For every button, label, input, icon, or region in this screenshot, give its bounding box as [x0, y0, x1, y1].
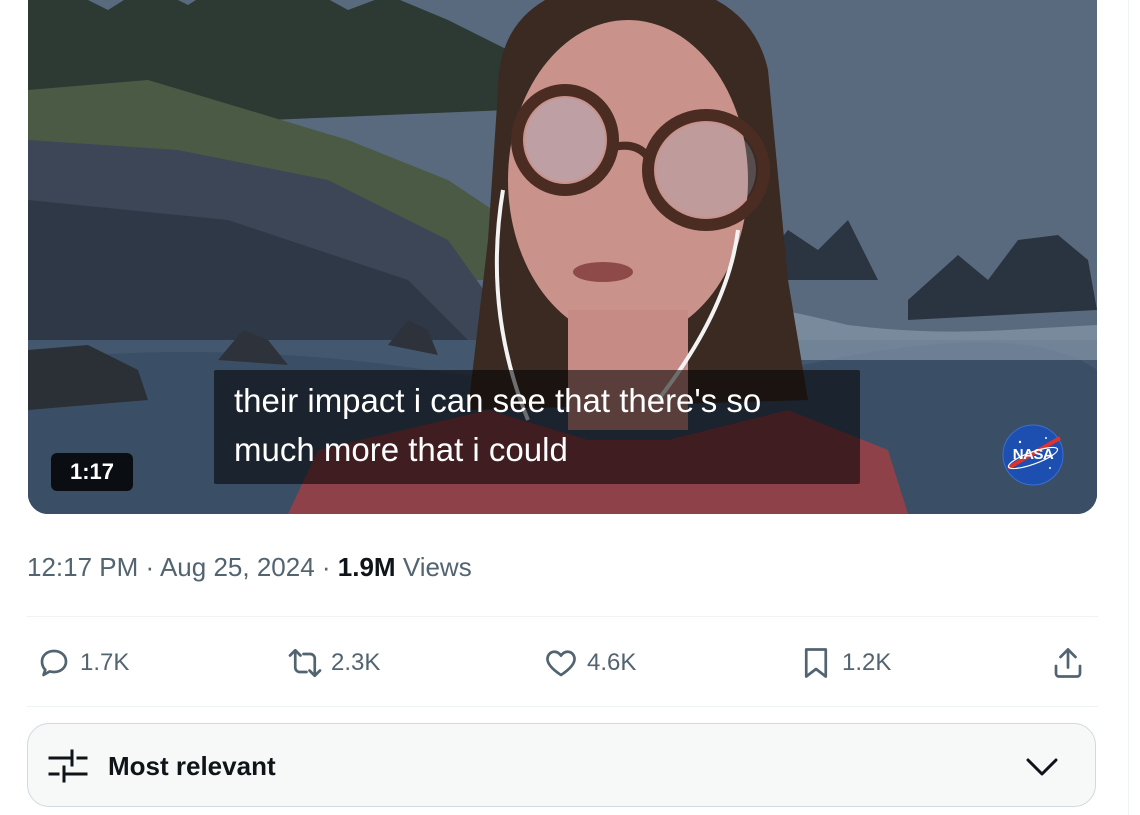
bookmark-icon [804, 648, 828, 678]
reply-button[interactable]: 1.7K [36, 642, 129, 684]
divider [27, 616, 1098, 617]
repost-button[interactable]: 2.3K [287, 642, 380, 684]
caption-line-1: their impact i can see that there's so [234, 382, 762, 419]
tweet-time[interactable]: 12:17 PM [27, 552, 138, 582]
bookmark-count: 1.2K [842, 649, 892, 676]
meta-separator: · [138, 552, 160, 582]
heart-icon [546, 650, 576, 677]
video-player[interactable]: their impact i can see that there's so m… [28, 0, 1097, 514]
reply-icon [40, 649, 68, 677]
tweet-metadata: 12:17 PM · Aug 25, 2024 · 1.9M Views [27, 549, 472, 585]
divider [27, 706, 1098, 707]
caption-line-2: much more that i could [234, 431, 568, 468]
repost-count: 2.3K [331, 649, 381, 676]
repost-icon [288, 648, 322, 678]
bookmark-button[interactable]: 1.2K [798, 642, 891, 684]
share-icon [1054, 648, 1082, 678]
reply-count: 1.7K [80, 649, 130, 676]
like-button[interactable]: 4.6K [543, 642, 636, 684]
views-count: 1.9M [337, 552, 396, 582]
reply-sort-dropdown[interactable]: Most relevant [27, 723, 1096, 807]
column-divider [1128, 0, 1129, 815]
tweet-date[interactable]: Aug 25, 2024 [160, 552, 315, 582]
meta-separator: · [314, 552, 338, 582]
share-button[interactable] [1050, 642, 1086, 684]
sliders-icon [48, 749, 88, 783]
chevron-down-icon [1026, 758, 1058, 776]
sort-label: Most relevant [108, 751, 276, 781]
views-label: Views [402, 552, 472, 582]
like-count: 4.6K [587, 649, 637, 676]
video-duration-badge: 1:17 [51, 453, 133, 491]
nasa-logo-text: NASA [1012, 446, 1054, 463]
